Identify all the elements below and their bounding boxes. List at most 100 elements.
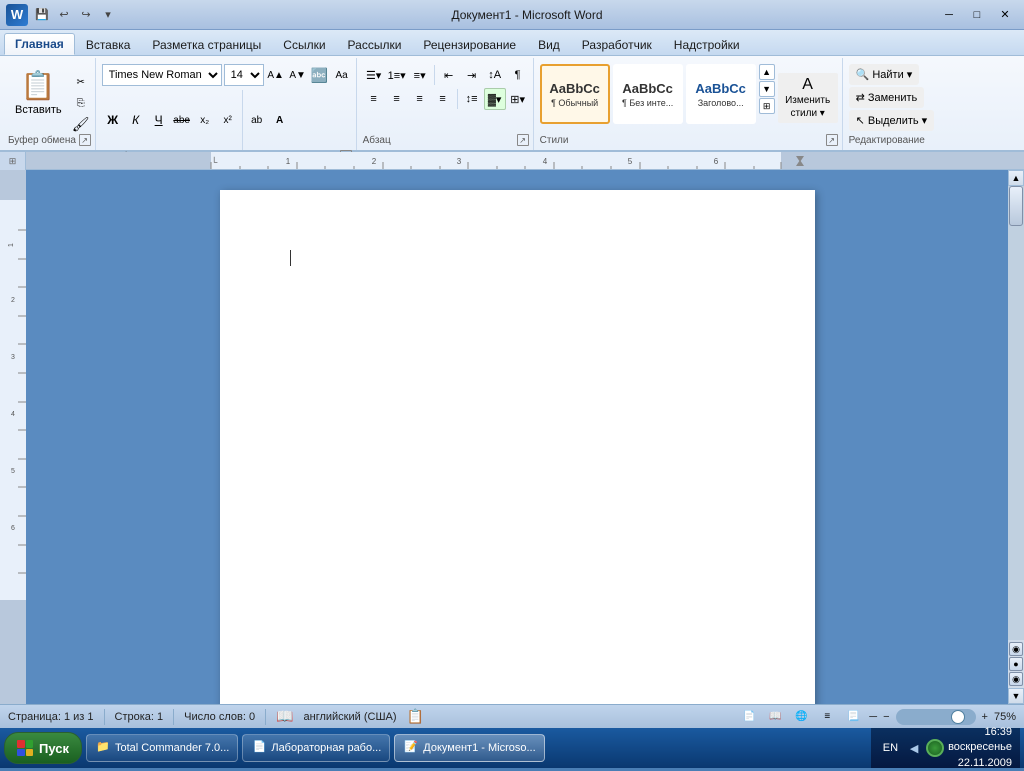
quick-access-dropdown[interactable]: ▾ [98, 5, 118, 25]
strikethrough-button[interactable]: abe [171, 109, 193, 131]
font-size-selector-btn[interactable]: 🔤 [310, 65, 330, 85]
style-heading[interactable]: AaBbCc Заголово... [686, 64, 756, 124]
network-icon[interactable]: ◀ [906, 740, 922, 756]
style-normal[interactable]: AaBbCc ¶ Обычный [540, 64, 610, 124]
highlight-button[interactable]: ab [246, 109, 268, 131]
prev-page-button[interactable]: ◉ [1009, 642, 1023, 656]
tab-mailings[interactable]: Рассылки [337, 34, 413, 55]
zoom-minus[interactable]: − [883, 711, 889, 723]
outline-btn[interactable]: ≡ [817, 708, 837, 726]
change-styles-button[interactable]: A Изменитьстили ▾ [778, 73, 838, 123]
align-center-button[interactable]: ≡ [386, 88, 408, 110]
tray-clock[interactable]: 16:39 воскресенье 22.11.2009 [948, 725, 1012, 771]
style-no-spacing[interactable]: AaBbCc ¶ Без инте... [613, 64, 683, 124]
shading-button[interactable]: ▓▾ [484, 88, 506, 110]
show-marks-button[interactable]: ¶ [507, 64, 529, 86]
close-button[interactable]: ✕ [992, 5, 1018, 25]
tab-page-layout[interactable]: Разметка страницы [141, 34, 272, 55]
language-switch[interactable]: EN [879, 740, 902, 756]
zoom-thumb [951, 710, 965, 724]
copy-button[interactable]: ⎘ [71, 93, 91, 113]
tab-home[interactable]: Главная [4, 33, 75, 55]
tab-view[interactable]: Вид [527, 34, 571, 55]
taskbar-word-doc[interactable]: 📝 Документ1 - Microso... [394, 734, 544, 762]
underline-button[interactable]: Ч [148, 109, 170, 131]
paragraph-expand[interactable]: ↗ [517, 134, 529, 146]
maximize-button[interactable]: □ [964, 5, 990, 25]
styles-expand-btn[interactable]: ↗ [826, 134, 838, 146]
paste-button[interactable]: 📋 Вставить [8, 64, 69, 121]
full-reading-btn[interactable]: 📖 [765, 708, 785, 726]
font-size-select[interactable]: 14 [224, 64, 264, 86]
track-changes-icon[interactable]: 📋 [407, 708, 424, 725]
scroll-thumb[interactable] [1009, 186, 1023, 226]
line-spacing-button[interactable]: ↕≡ [461, 88, 483, 110]
style-no-spacing-preview: AaBbCc [622, 81, 673, 96]
increase-indent-button[interactable]: ⇥ [461, 64, 483, 86]
align-right-button[interactable]: ≡ [409, 88, 431, 110]
italic-button[interactable]: К [125, 109, 147, 131]
draft-btn[interactable]: 📃 [843, 708, 863, 726]
font-color-button[interactable]: A [269, 109, 291, 131]
horizontal-ruler[interactable]: 1 2 3 4 5 6 └ [26, 152, 1024, 169]
editing-group: 🔍 Найти ▾ ⇄ Заменить ↖ Выделить ▾ Редакт… [845, 58, 939, 150]
page-count[interactable]: Страница: 1 из 1 [8, 711, 94, 723]
ruler-corner[interactable]: ⊞ [0, 152, 26, 170]
scroll-track[interactable] [1008, 186, 1024, 640]
decrease-indent-button[interactable]: ⇤ [438, 64, 460, 86]
zoom-level[interactable]: 75% [994, 711, 1016, 723]
increase-font-btn[interactable]: A▲ [266, 65, 286, 85]
multilevel-button[interactable]: ≡▾ [409, 64, 431, 86]
save-quick-btn[interactable]: 💾 [32, 5, 52, 25]
styles-scroll-down[interactable]: ▼ [759, 81, 775, 97]
status-bar: Страница: 1 из 1 Строка: 1 Число слов: 0… [0, 704, 1024, 728]
undo-quick-btn[interactable]: ↩ [54, 5, 74, 25]
clear-format-btn[interactable]: Aa [332, 65, 352, 85]
numbering-button[interactable]: 1≡▾ [386, 64, 408, 86]
print-layout-btn[interactable]: 📄 [739, 708, 759, 726]
cut-button[interactable]: ✂ [71, 72, 91, 92]
tab-insert[interactable]: Вставка [75, 34, 142, 55]
bullets-button[interactable]: ☰▾ [363, 64, 385, 86]
start-button[interactable]: Пуск [4, 732, 82, 764]
clipboard-label: Буфер обмена ↗ [8, 134, 91, 148]
spell-check-icon[interactable]: 📖 [276, 708, 293, 725]
tab-review[interactable]: Рецензирование [412, 34, 527, 55]
superscript-button[interactable]: x² [217, 109, 239, 131]
web-layout-btn[interactable]: 🌐 [791, 708, 811, 726]
vertical-ruler[interactable]: 1 2 3 4 5 6 [0, 170, 26, 704]
subscript-button[interactable]: x₂ [194, 109, 216, 131]
windows-logo [17, 740, 33, 756]
tab-addins[interactable]: Надстройки [663, 34, 751, 55]
start-label: Пуск [39, 741, 69, 756]
redo-quick-btn[interactable]: ↪ [76, 5, 96, 25]
decrease-font-btn[interactable]: A▼ [288, 65, 308, 85]
clipboard-expand[interactable]: ↗ [79, 134, 91, 146]
next-page-button[interactable]: ◉ [1009, 672, 1023, 686]
align-left-button[interactable]: ≡ [363, 88, 385, 110]
language[interactable]: английский (США) [304, 711, 397, 723]
styles-scroll-up[interactable]: ▲ [759, 64, 775, 80]
scroll-up-button[interactable]: ▲ [1008, 170, 1024, 186]
tab-developer[interactable]: Разработчик [571, 34, 663, 55]
bold-button[interactable]: Ж [102, 109, 124, 131]
tab-references[interactable]: Ссылки [272, 34, 336, 55]
select-browse-object[interactable]: ● [1009, 657, 1023, 671]
zoom-plus[interactable]: + [982, 711, 988, 723]
styles-expand[interactable]: ⊞ [759, 98, 775, 114]
document-page[interactable] [220, 190, 815, 704]
zoom-slider[interactable] [896, 709, 976, 725]
borders-button[interactable]: ⊞▾ [507, 88, 529, 110]
taskbar-total-commander[interactable]: 📁 Total Commander 7.0... [86, 734, 238, 762]
font-family-select[interactable]: Times New Roman [102, 64, 222, 86]
minimize-button[interactable]: ─ [936, 5, 962, 25]
find-button[interactable]: 🔍 Найти ▾ [849, 64, 920, 85]
scroll-down-button[interactable]: ▼ [1008, 688, 1024, 704]
sort-button[interactable]: ↕A [484, 64, 506, 86]
document-area[interactable] [26, 170, 1008, 704]
justify-button[interactable]: ≡ [432, 88, 454, 110]
format-painter-button[interactable]: 🖌 [71, 114, 91, 134]
select-button[interactable]: ↖ Выделить ▾ [849, 110, 935, 131]
replace-button[interactable]: ⇄ Заменить [849, 87, 925, 108]
taskbar-lab-work[interactable]: 📄 Лабораторная рабо... [242, 734, 390, 762]
